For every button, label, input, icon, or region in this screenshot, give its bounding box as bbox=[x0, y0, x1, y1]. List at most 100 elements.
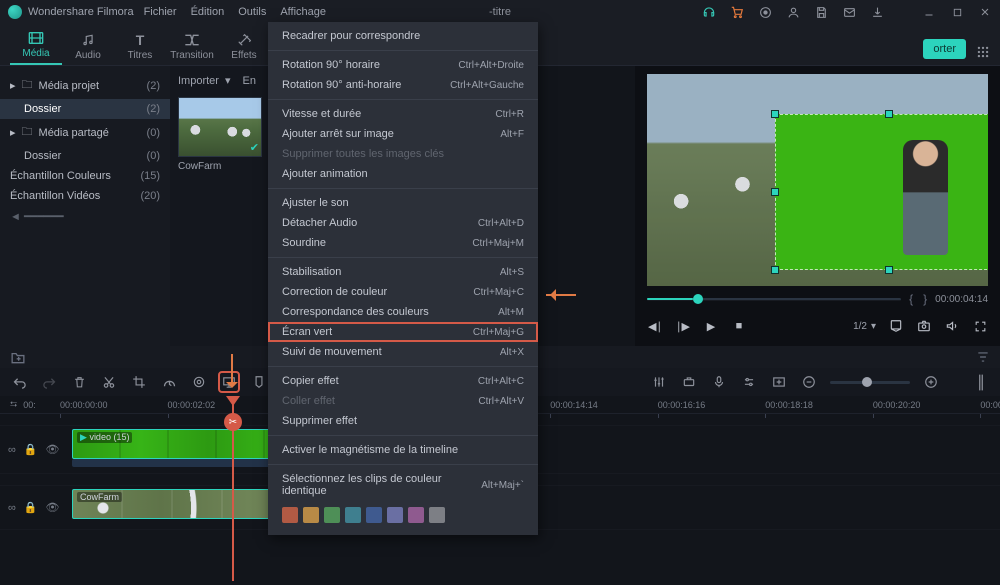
ctx-item[interactable]: Suivi de mouvementAlt+X bbox=[268, 342, 538, 362]
tab-titres[interactable]: TTitres bbox=[114, 32, 166, 65]
sidebar-item-colors[interactable]: Échantillon Couleurs(15) bbox=[0, 166, 170, 186]
sidebar-item-project[interactable]: ▸🗀Média projet(2) bbox=[0, 72, 170, 99]
menu-edit[interactable]: Édition bbox=[191, 6, 225, 18]
delete-icon[interactable] bbox=[70, 373, 88, 391]
grid-icon[interactable] bbox=[976, 45, 990, 59]
color-swatches[interactable] bbox=[268, 501, 538, 531]
filter-icon[interactable] bbox=[976, 350, 990, 364]
next-frame-icon[interactable]: ∣▶ bbox=[675, 318, 691, 334]
swatch[interactable] bbox=[387, 507, 403, 523]
mic-icon[interactable] bbox=[710, 373, 728, 391]
record-icon[interactable] bbox=[758, 5, 772, 19]
menu-file[interactable]: Fichier bbox=[144, 6, 177, 18]
link-icon[interactable]: ∞ bbox=[8, 444, 16, 456]
lock-icon[interactable]: 🔒 bbox=[24, 501, 38, 514]
minimize-icon[interactable] bbox=[922, 5, 936, 19]
pause-icon[interactable]: ∥ bbox=[972, 373, 990, 391]
zoom-fit-icon[interactable] bbox=[770, 373, 788, 391]
lock-icon[interactable]: 🔒 bbox=[24, 443, 38, 456]
ctx-item[interactable]: Détacher AudioCtrl+Alt+D bbox=[268, 213, 538, 233]
ctx-item[interactable]: Rotation 90° anti-horaireCtrl+Alt+Gauche bbox=[268, 75, 538, 95]
speed-icon[interactable] bbox=[160, 373, 178, 391]
snapshot-icon[interactable] bbox=[916, 318, 932, 334]
ctx-item[interactable]: Ajouter arrêt sur imageAlt+F bbox=[268, 124, 538, 144]
redo-icon[interactable] bbox=[40, 373, 58, 391]
menu-view[interactable]: Affichage bbox=[280, 6, 326, 18]
ctx-item[interactable]: Correction de couleurCtrl+Maj+C bbox=[268, 282, 538, 302]
greenscreen-overlay[interactable] bbox=[775, 114, 988, 270]
clip-thumbnail[interactable]: ✔ bbox=[178, 97, 262, 157]
account-icon[interactable] bbox=[786, 5, 800, 19]
ctx-item[interactable]: Copier effetCtrl+Alt+C bbox=[268, 371, 538, 391]
scissors-icon[interactable]: ✂ bbox=[224, 413, 242, 431]
visibility-icon[interactable]: 👁 bbox=[46, 501, 60, 514]
sidebar-slider[interactable]: ◄ ━━━━━━ bbox=[0, 210, 170, 223]
mixer-icon[interactable] bbox=[650, 373, 668, 391]
settings-icon[interactable] bbox=[740, 373, 758, 391]
save-icon[interactable] bbox=[814, 5, 828, 19]
visibility-icon[interactable]: 👁 bbox=[46, 443, 60, 456]
maximize-icon[interactable] bbox=[950, 5, 964, 19]
volume-icon[interactable] bbox=[944, 318, 960, 334]
folder-add-icon[interactable] bbox=[10, 351, 26, 364]
swatch[interactable] bbox=[366, 507, 382, 523]
marker-icon[interactable] bbox=[888, 318, 904, 334]
undo-icon[interactable] bbox=[10, 373, 28, 391]
resize-handle[interactable] bbox=[885, 266, 893, 274]
export-button[interactable]: orter bbox=[923, 39, 966, 59]
swatch[interactable] bbox=[408, 507, 424, 523]
ctx-item[interactable]: Correspondance des couleursAlt+M bbox=[268, 302, 538, 322]
tab-effets[interactable]: Effets bbox=[218, 32, 270, 65]
cut-icon[interactable] bbox=[100, 373, 118, 391]
resize-handle[interactable] bbox=[771, 110, 779, 118]
swatch[interactable] bbox=[345, 507, 361, 523]
ctx-item[interactable]: StabilisationAlt+S bbox=[268, 262, 538, 282]
resize-handle[interactable] bbox=[771, 188, 779, 196]
import-dropdown[interactable]: Importer▾En bbox=[178, 72, 262, 89]
stop-icon[interactable]: ■ bbox=[731, 318, 747, 334]
timeline-clock-icon[interactable]: ⮀ bbox=[10, 399, 17, 410]
swatch[interactable] bbox=[282, 507, 298, 523]
play-icon[interactable]: ▶ bbox=[703, 318, 719, 334]
marker-tool-icon[interactable] bbox=[250, 373, 268, 391]
swatch[interactable] bbox=[303, 507, 319, 523]
tab-audio[interactable]: Audio bbox=[62, 32, 114, 65]
swatch[interactable] bbox=[429, 507, 445, 523]
mail-icon[interactable] bbox=[842, 5, 856, 19]
ctx-item[interactable]: Vitesse et duréeCtrl+R bbox=[268, 104, 538, 124]
fullscreen-icon[interactable] bbox=[972, 318, 988, 334]
sidebar-item-videos[interactable]: Échantillon Vidéos(20) bbox=[0, 186, 170, 206]
zoom-out-icon[interactable] bbox=[800, 373, 818, 391]
ctx-item[interactable]: Écran vertCtrl+Maj+G bbox=[268, 322, 538, 342]
preview-canvas[interactable] bbox=[647, 74, 988, 286]
color-icon[interactable] bbox=[190, 373, 208, 391]
zoom-in-icon[interactable] bbox=[922, 373, 940, 391]
crop-icon[interactable] bbox=[130, 373, 148, 391]
ctx-item[interactable]: Sélectionnez les clips de couleur identi… bbox=[268, 469, 538, 501]
tab-media[interactable]: Média bbox=[10, 30, 62, 65]
sidebar-item-dossier2[interactable]: Dossier(0) bbox=[0, 146, 170, 166]
ctx-item[interactable]: Rotation 90° horaireCtrl+Alt+Droite bbox=[268, 55, 538, 75]
ctx-item[interactable]: Supprimer effet bbox=[268, 411, 538, 431]
ctx-item[interactable]: Recadrer pour correspondre bbox=[268, 26, 538, 46]
ctx-item[interactable]: Ajouter animation bbox=[268, 164, 538, 184]
support-icon[interactable] bbox=[702, 5, 716, 19]
audio-tool-icon[interactable] bbox=[680, 373, 698, 391]
zoom-slider[interactable] bbox=[830, 381, 910, 384]
ctx-item[interactable]: Activer le magnétisme de la timeline bbox=[268, 440, 538, 460]
sidebar-item-dossier[interactable]: Dossier(2) bbox=[0, 99, 170, 119]
download-icon[interactable] bbox=[870, 5, 884, 19]
prev-frame-icon[interactable]: ◀∣ bbox=[647, 318, 663, 334]
cart-icon[interactable] bbox=[730, 5, 744, 19]
ctx-item[interactable]: SourdineCtrl+Maj+M bbox=[268, 233, 538, 253]
tab-transition[interactable]: Transition bbox=[166, 32, 218, 65]
link-icon[interactable]: ∞ bbox=[8, 502, 16, 514]
swatch[interactable] bbox=[324, 507, 340, 523]
menu-tools[interactable]: Outils bbox=[238, 6, 266, 18]
resize-handle[interactable] bbox=[885, 110, 893, 118]
sidebar-item-shared[interactable]: ▸🗀Média partagé(0) bbox=[0, 119, 170, 146]
page-indicator[interactable]: 1/2 ▾ bbox=[853, 321, 876, 332]
preview-scrubber[interactable]: { } 00:00:04:14 bbox=[647, 290, 988, 308]
ctx-item[interactable]: Ajuster le son bbox=[268, 193, 538, 213]
close-icon[interactable] bbox=[978, 5, 992, 19]
